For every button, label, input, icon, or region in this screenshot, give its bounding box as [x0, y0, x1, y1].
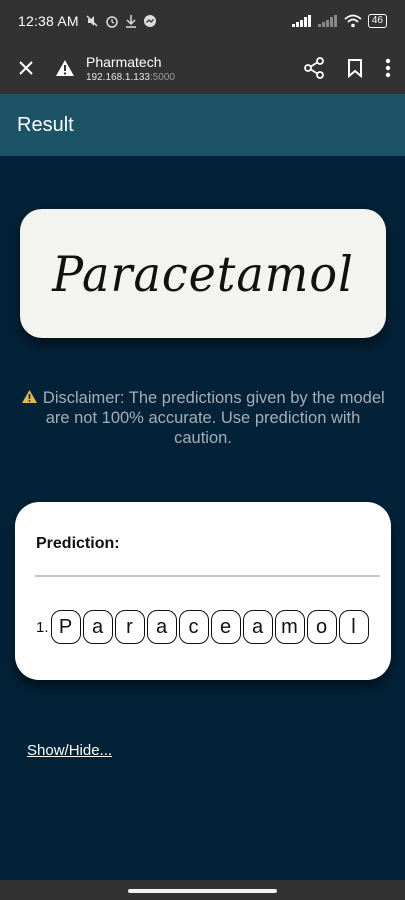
warning-icon [22, 390, 38, 403]
bookmark-button[interactable] [347, 58, 363, 78]
show-hide-link[interactable]: Show/Hide... [27, 742, 112, 759]
prediction-title: Prediction: [36, 535, 120, 552]
close-tab-button[interactable] [0, 60, 52, 76]
handwriting-image-text: Paracetamol [52, 245, 354, 302]
prediction-row: 1. P a r a c e a m o l [36, 610, 369, 644]
disclaimer: Disclaimer: The predictions given by the… [18, 388, 388, 448]
navigation-bar [0, 880, 405, 900]
site-info[interactable]: Pharmatech 192.168.1.133:5000 [86, 54, 175, 83]
predicted-letter: m [274, 610, 305, 644]
predicted-letter: a [146, 610, 177, 644]
close-icon [19, 61, 33, 75]
predicted-letter: c [178, 610, 209, 644]
alarm-icon [106, 16, 118, 28]
status-notification-icons [85, 14, 157, 28]
bookmark-icon [348, 59, 362, 78]
prediction-divider [35, 575, 380, 577]
handwriting-image-card: Paracetamol [20, 209, 386, 338]
app-header: Result [0, 94, 405, 156]
messenger-icon [143, 15, 156, 27]
site-url: 192.168.1.133:5000 [86, 72, 175, 83]
download-icon [125, 15, 136, 28]
browser-actions [303, 57, 405, 79]
predicted-letter: P [50, 610, 81, 644]
disclaimer-text: Disclaimer: The predictions given by the… [42, 389, 385, 447]
predicted-letter: r [114, 610, 145, 644]
battery-icon: 46 [367, 14, 387, 28]
signal-icon [291, 15, 311, 27]
predicted-letter: l [338, 610, 369, 644]
prediction-card: Prediction: 1. P a r a c e a m o l [15, 502, 391, 680]
predicted-letter: a [242, 610, 273, 644]
more-options-button[interactable] [385, 58, 391, 78]
predicted-letter: e [210, 610, 241, 644]
prediction-letters: P a r a c e a m o l [50, 610, 369, 644]
share-button[interactable] [303, 57, 325, 79]
warning-icon [56, 60, 74, 76]
status-system-icons: 46 [291, 14, 387, 28]
home-gesture-handle[interactable] [128, 889, 277, 893]
wifi-icon [344, 14, 362, 28]
browser-toolbar: Pharmatech 192.168.1.133:5000 [0, 42, 405, 94]
site-name: Pharmatech [86, 53, 162, 70]
prediction-index: 1. [36, 618, 49, 636]
predicted-letter: a [82, 610, 113, 644]
url-port: :5000 [149, 71, 175, 83]
more-vertical-icon [385, 58, 391, 78]
status-bar: 12:38 AM 46 [0, 0, 405, 42]
status-time: 12:38 AM [18, 13, 79, 29]
insecure-warning-button[interactable] [52, 59, 78, 77]
mute-icon [86, 15, 98, 27]
predicted-letter: o [306, 610, 337, 644]
share-icon [304, 57, 324, 79]
signal-weak-icon [317, 15, 337, 27]
url-host: 192.168.1.133 [86, 71, 150, 83]
page-title: Result [17, 113, 74, 136]
